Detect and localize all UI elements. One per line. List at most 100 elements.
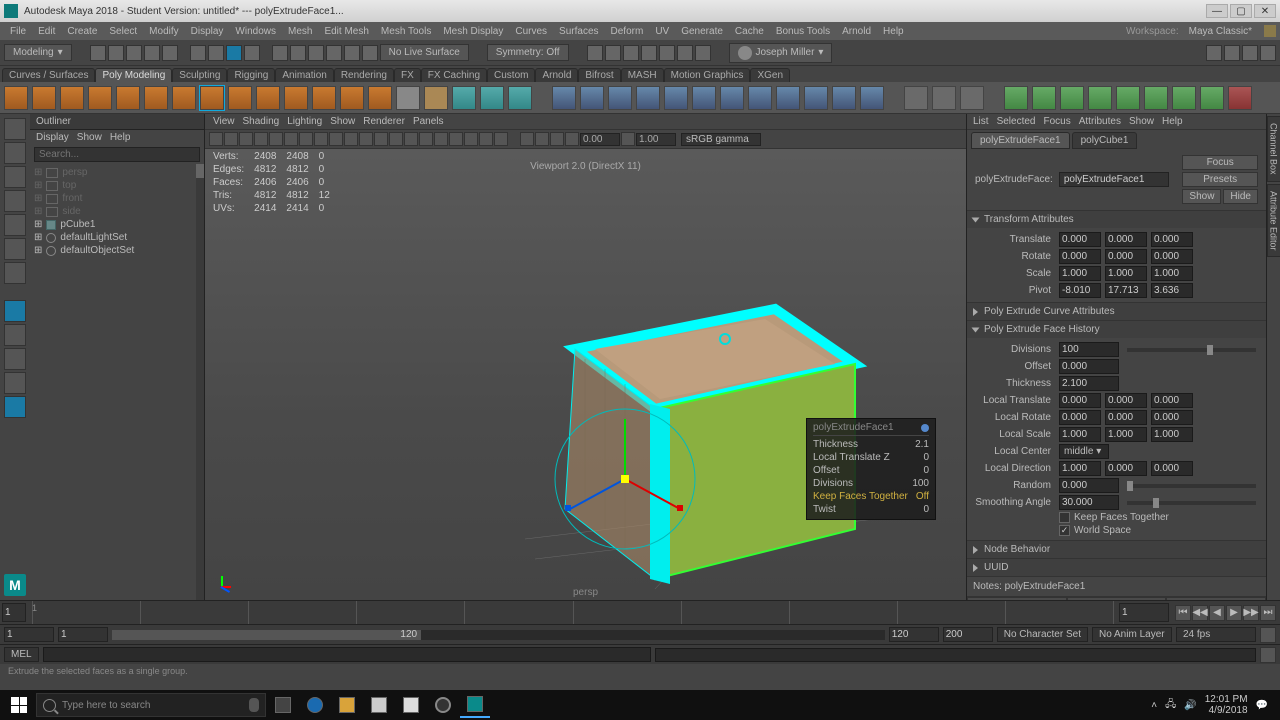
vp-image-plane-button[interactable]: [520, 132, 534, 146]
shelf-smooth-preview[interactable]: [692, 86, 716, 110]
open-scene-button[interactable]: [108, 45, 124, 61]
vp-resolution-button[interactable]: [254, 132, 268, 146]
thickness-field[interactable]: [1059, 376, 1119, 391]
menu-file[interactable]: File: [4, 26, 32, 37]
shelf-quadrangulate[interactable]: [776, 86, 800, 110]
outliner-item[interactable]: ⊞front: [30, 192, 204, 205]
menu-create[interactable]: Create: [61, 26, 103, 37]
section-history-header[interactable]: Poly Extrude Face History: [967, 321, 1266, 338]
attr-menu-attributes[interactable]: Attributes: [1079, 116, 1121, 127]
shelf-tab[interactable]: Poly Modeling: [95, 68, 172, 82]
playblast-button[interactable]: [659, 45, 675, 61]
store-taskbar-button[interactable]: [364, 692, 394, 718]
shelf-poly-pyramid[interactable]: [228, 86, 252, 110]
shelf-delete[interactable]: [1228, 86, 1252, 110]
vp-hud-button[interactable]: [494, 132, 508, 146]
channelbox-tab[interactable]: Channel Box: [1267, 116, 1280, 182]
step-back-button[interactable]: ◀◀: [1192, 605, 1208, 621]
vp-xray-button[interactable]: [389, 132, 403, 146]
attr-menu-selected[interactable]: Selected: [997, 116, 1036, 127]
snap-curve-button[interactable]: [290, 45, 306, 61]
menu-curves[interactable]: Curves: [509, 26, 553, 37]
vp-textured-button[interactable]: [329, 132, 343, 146]
shelf-poly-cylinder[interactable]: [60, 86, 84, 110]
vp-bookmark-button[interactable]: [224, 132, 238, 146]
menu-meshtools[interactable]: Mesh Tools: [375, 26, 437, 37]
maximize-button[interactable]: ▢: [1230, 4, 1252, 18]
fps-dropdown[interactable]: 24 fps: [1176, 627, 1256, 642]
mail-taskbar-button[interactable]: [396, 692, 426, 718]
expand-icon[interactable]: ⊞: [34, 232, 42, 243]
vp-aa-button[interactable]: [449, 132, 463, 146]
offset-field[interactable]: [1059, 359, 1119, 374]
render-settings-button[interactable]: [623, 45, 639, 61]
save-scene-button[interactable]: [126, 45, 142, 61]
tray-chevron-icon[interactable]: ˄: [1151, 700, 1157, 711]
vp-safe-button[interactable]: [284, 132, 298, 146]
lock-icon[interactable]: [1264, 25, 1276, 37]
script-lang-toggle[interactable]: MEL: [4, 647, 39, 662]
maya-taskbar-button[interactable]: [460, 692, 490, 718]
shelf-poly-soccer[interactable]: [368, 86, 392, 110]
menu-select[interactable]: Select: [103, 26, 143, 37]
playback-end[interactable]: [889, 627, 939, 642]
new-scene-button[interactable]: [90, 45, 106, 61]
viewport-3d[interactable]: Verts:240824080 Edges:481248120 Faces:24…: [205, 149, 966, 600]
attr-menu-help[interactable]: Help: [1162, 116, 1183, 127]
shelf-triangulate[interactable]: [748, 86, 772, 110]
vp-xray-joints-button[interactable]: [404, 132, 418, 146]
select-tool[interactable]: [4, 118, 26, 140]
workspace-dropdown[interactable]: Maya Classic*: [1183, 26, 1258, 37]
vp-grid-button[interactable]: [479, 132, 493, 146]
shelf-poly-cone[interactable]: [88, 86, 112, 110]
vp-menu-show[interactable]: Show: [330, 116, 355, 127]
in-view-editor[interactable]: polyExtrudeFace1 Thickness2.1 Local Tran…: [806, 418, 936, 520]
minimize-button[interactable]: —: [1206, 4, 1228, 18]
lscale-z[interactable]: [1151, 427, 1193, 442]
lscale-x[interactable]: [1059, 427, 1101, 442]
outliner-layout[interactable]: [4, 372, 26, 394]
expand-icon[interactable]: ⊞: [34, 167, 42, 178]
shelf-multicut[interactable]: [904, 86, 928, 110]
shelf-poly-disc[interactable]: [172, 86, 196, 110]
shelf-retopo[interactable]: [720, 86, 744, 110]
hide-button[interactable]: Hide: [1223, 189, 1258, 204]
prefs-button[interactable]: [1260, 627, 1276, 643]
channelbox-button[interactable]: [1242, 45, 1258, 61]
show-button[interactable]: Show: [1182, 189, 1221, 204]
random-field[interactable]: [1059, 478, 1119, 493]
notifications-icon[interactable]: 💬: [1256, 700, 1268, 711]
outliner-item[interactable]: ⊞side: [30, 205, 204, 218]
script-editor-button[interactable]: [1260, 647, 1276, 663]
menu-uv[interactable]: UV: [649, 26, 675, 37]
select-edge-button[interactable]: [208, 45, 224, 61]
shelf-poly-sphere[interactable]: [4, 86, 28, 110]
step-fwd-button[interactable]: ▶▶: [1243, 605, 1259, 621]
shelf-append[interactable]: [1060, 86, 1084, 110]
divisions-slider[interactable]: [1127, 348, 1256, 352]
world-space-checkbox[interactable]: [1059, 525, 1070, 536]
close-button[interactable]: ✕: [1254, 4, 1276, 18]
shelf-tab[interactable]: Animation: [275, 68, 333, 82]
shelf-detach[interactable]: [1172, 86, 1196, 110]
live-surface-dropdown[interactable]: No Live Surface: [380, 44, 469, 61]
render-button[interactable]: [587, 45, 603, 61]
attr-menu-show[interactable]: Show: [1129, 116, 1154, 127]
pivot-y[interactable]: [1105, 283, 1147, 298]
shelf-booleans[interactable]: [636, 86, 660, 110]
outliner-item[interactable]: ⊞top: [30, 179, 204, 192]
shelf-tab[interactable]: Rendering: [334, 68, 394, 82]
explorer-taskbar-button[interactable]: [332, 692, 362, 718]
snap-point-button[interactable]: [308, 45, 324, 61]
vp-camera-button[interactable]: [209, 132, 223, 146]
range-end[interactable]: [943, 627, 993, 642]
shelf-poly-cube[interactable]: [32, 86, 56, 110]
keep-faces-checkbox[interactable]: [1059, 512, 1070, 523]
shelf-poly-pipe[interactable]: [284, 86, 308, 110]
vp-colorspace-dropdown[interactable]: sRGB gamma: [681, 133, 761, 146]
redo-button[interactable]: [162, 45, 178, 61]
divisions-field[interactable]: [1059, 342, 1119, 357]
symmetry-dropdown[interactable]: Symmetry: Off: [487, 44, 569, 61]
menu-bonus[interactable]: Bonus Tools: [770, 26, 836, 37]
mode-dropdown[interactable]: Modeling▾: [4, 44, 72, 61]
